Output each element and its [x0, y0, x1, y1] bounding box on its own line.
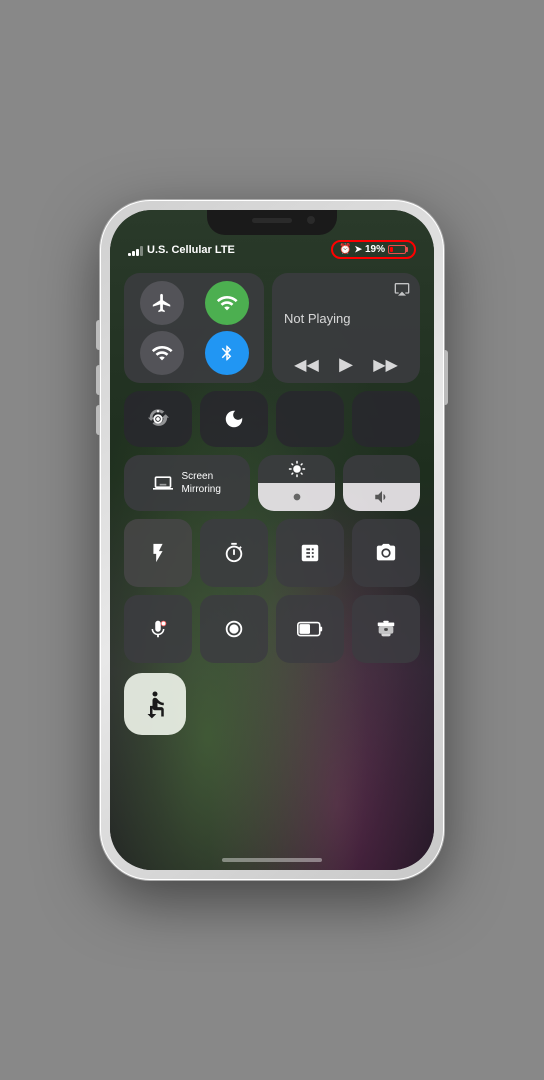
apps-row-2	[124, 595, 420, 663]
notch	[207, 210, 337, 235]
speaker-grille	[252, 218, 292, 223]
calculator-button[interactable]	[276, 519, 344, 587]
signal-bar-2	[132, 251, 135, 256]
signal-bar-3	[136, 249, 139, 256]
brightness-control-top	[258, 455, 335, 483]
voice-memos-button[interactable]	[124, 595, 192, 663]
unknown-control-1[interactable]	[276, 391, 344, 447]
not-playing-label: Not Playing	[284, 287, 408, 350]
battery-alarm-area: ⏰ ➤ 19%	[331, 240, 416, 259]
battery-fill	[390, 247, 393, 252]
alarm-icon: ⏰	[339, 244, 351, 255]
battery-percent: 19%	[365, 244, 385, 255]
screen-mirror-icon	[153, 473, 173, 493]
media-player-tile[interactable]: Not Playing ◀◀ ▶ ▶▶	[272, 273, 420, 383]
rotation-lock-button[interactable]	[124, 391, 192, 447]
accessibility-button[interactable]	[124, 673, 186, 735]
camera-button[interactable]	[352, 519, 420, 587]
volume-control-bottom	[343, 483, 420, 511]
signal-strength	[128, 244, 143, 256]
screen-mirror-row: ScreenMirroring	[124, 455, 420, 511]
media-controls: ◀◀ ▶ ▶▶	[284, 354, 408, 375]
connectivity-tile[interactable]	[124, 273, 264, 383]
front-camera	[307, 216, 315, 224]
home-bar	[222, 858, 322, 862]
airplane-mode-button[interactable]	[140, 281, 184, 325]
screen-mirror-button[interactable]: ScreenMirroring	[124, 455, 250, 511]
play-button[interactable]: ▶	[339, 354, 353, 375]
accessibility-row	[124, 671, 420, 735]
brightness-control-bottom	[258, 483, 335, 511]
airplay-icon[interactable]	[394, 281, 410, 300]
sleep-button[interactable]	[352, 595, 420, 663]
battery-tip	[406, 247, 408, 252]
signal-bar-4	[140, 246, 143, 256]
unknown-control-2[interactable]	[352, 391, 420, 447]
location-icon: ➤	[354, 244, 362, 255]
top-row: Not Playing ◀◀ ▶ ▶▶	[124, 273, 420, 383]
do-not-disturb-button[interactable]	[200, 391, 268, 447]
screen-record-button[interactable]	[200, 595, 268, 663]
cellular-button[interactable]	[140, 331, 184, 375]
previous-button[interactable]: ◀◀	[294, 355, 319, 375]
apps-row-1	[124, 519, 420, 587]
battery-body	[388, 245, 406, 254]
bluetooth-button[interactable]	[205, 331, 249, 375]
flashlight-button[interactable]	[124, 519, 192, 587]
brightness-slider-tile[interactable]	[258, 455, 335, 511]
signal-bar-1	[128, 253, 131, 256]
screen-mirror-label: ScreenMirroring	[181, 470, 220, 496]
control-center-screen: U.S. Cellular LTE ⏰ ➤ 19%	[110, 210, 434, 870]
carrier-info: U.S. Cellular LTE	[128, 244, 235, 256]
phone-screen: U.S. Cellular LTE ⏰ ➤ 19%	[110, 210, 434, 870]
next-button[interactable]: ▶▶	[373, 355, 398, 375]
volume-slider-tile[interactable]	[343, 455, 420, 511]
wifi-button[interactable]	[205, 281, 249, 325]
control-center-content: Not Playing ◀◀ ▶ ▶▶	[110, 265, 434, 850]
phone-frame: U.S. Cellular LTE ⏰ ➤ 19%	[100, 200, 444, 880]
low-power-mode-button[interactable]	[276, 595, 344, 663]
home-indicator	[110, 850, 434, 870]
mid-row	[124, 391, 420, 447]
battery-icon	[388, 245, 408, 254]
carrier-name: U.S. Cellular LTE	[147, 244, 235, 256]
timer-button[interactable]	[200, 519, 268, 587]
volume-control-top	[343, 455, 420, 483]
